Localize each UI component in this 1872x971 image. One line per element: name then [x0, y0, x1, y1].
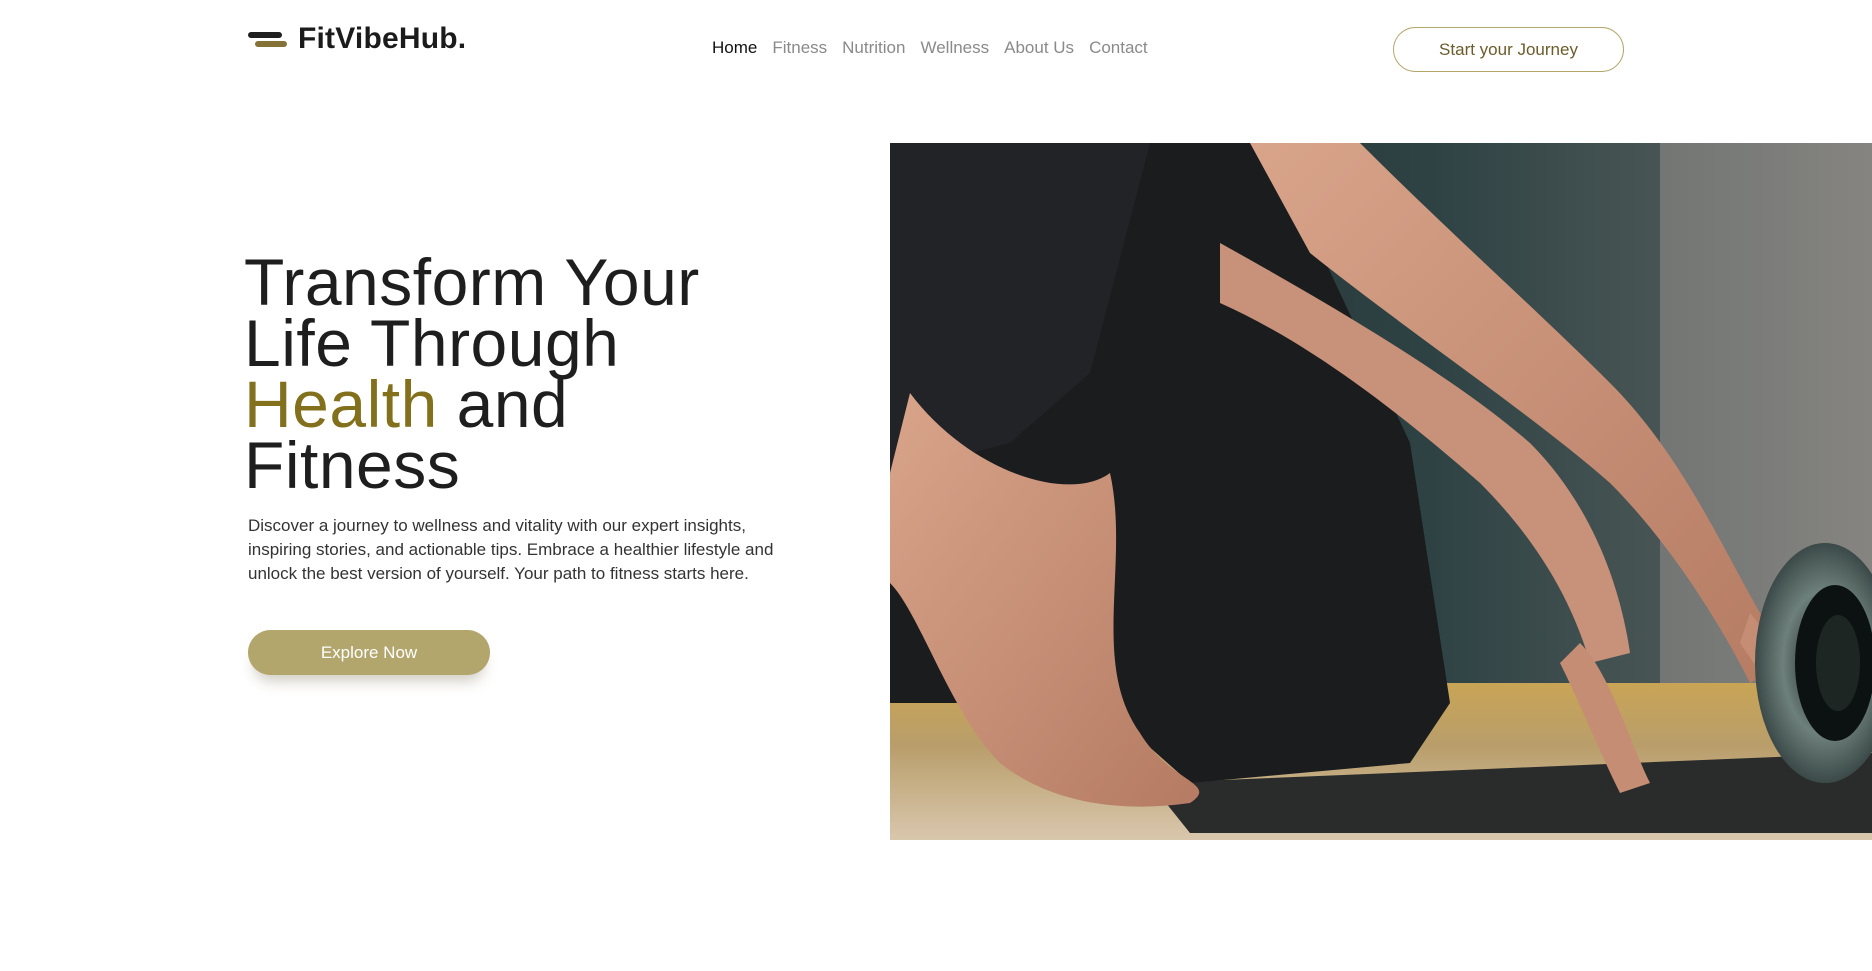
hero-title-line4: Fitness — [244, 428, 461, 502]
nav-wellness[interactable]: Wellness — [920, 38, 989, 58]
nav-nutrition[interactable]: Nutrition — [842, 38, 905, 58]
yoga-mat-photo-icon — [890, 143, 1872, 840]
site-header: FitVibeHub. Home Fitness Nutrition Welln… — [0, 0, 1872, 100]
start-journey-button[interactable]: Start your Journey — [1393, 27, 1624, 72]
logo-text: FitVibeHub. — [298, 22, 467, 55]
hero-title: Transform Your Life Through Health and F… — [244, 249, 804, 498]
main-nav: Home Fitness Nutrition Wellness About Us… — [712, 38, 1148, 58]
logo-mark-icon — [248, 27, 288, 51]
nav-about-us[interactable]: About Us — [1004, 38, 1074, 58]
explore-now-button[interactable]: Explore Now — [248, 630, 490, 675]
hero-image — [890, 143, 1872, 840]
nav-home[interactable]: Home — [712, 38, 757, 58]
hero-description: Discover a journey to wellness and vital… — [248, 516, 774, 583]
nav-contact[interactable]: Contact — [1089, 38, 1148, 58]
logo[interactable]: FitVibeHub. — [248, 22, 466, 56]
nav-fitness[interactable]: Fitness — [772, 38, 827, 58]
